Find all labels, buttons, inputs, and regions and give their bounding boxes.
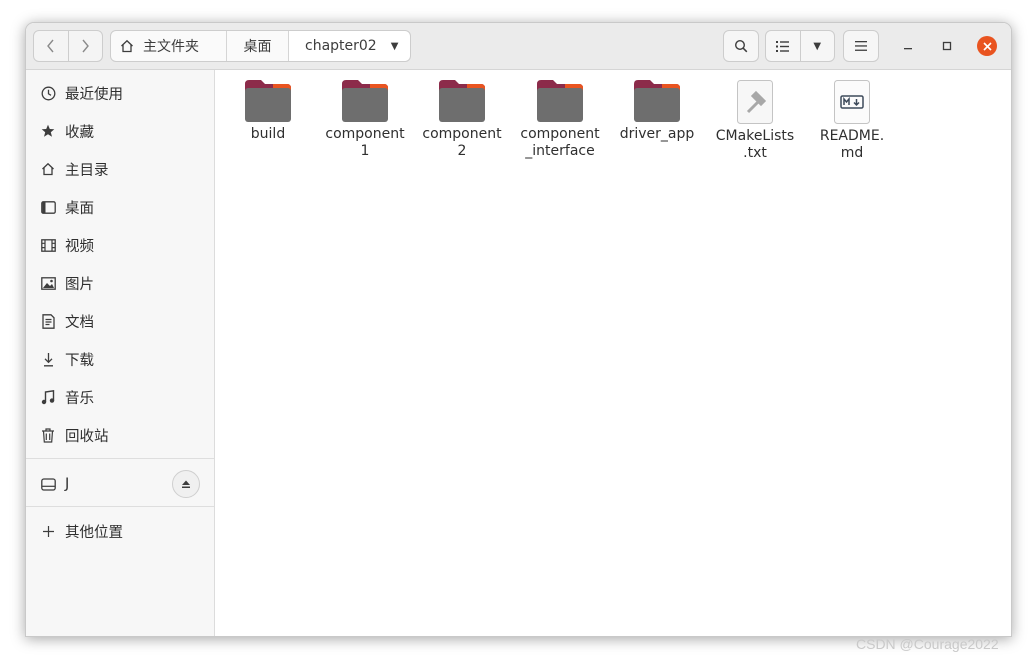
file-name: build (250, 126, 286, 142)
maximize-icon (942, 41, 952, 51)
close-icon (982, 41, 992, 51)
sidebar-item-pictures[interactable]: 图片 (26, 264, 214, 302)
search-button[interactable] (723, 30, 759, 62)
file-grid: build component 1 component 2 component … (215, 70, 1011, 636)
sidebar-divider (26, 458, 214, 459)
star-icon (40, 123, 56, 139)
folder-icon (342, 80, 388, 122)
chevron-down-icon: ▼ (390, 40, 399, 52)
sidebar-item-label: 图片 (65, 276, 94, 293)
eject-icon (182, 480, 190, 488)
minimize-button[interactable] (898, 36, 918, 56)
sidebar-item-label: 文档 (65, 314, 94, 331)
chevron-left-icon (46, 39, 54, 53)
file-name: component 2 (422, 126, 502, 159)
sidebar-item-label: 音乐 (65, 390, 94, 407)
sidebar-item-music[interactable]: 音乐 (26, 378, 214, 416)
sidebar-item-label: 最近使用 (65, 86, 123, 103)
file-item-component1[interactable]: component 1 (317, 80, 413, 160)
sidebar-item-downloads[interactable]: 下载 (26, 340, 214, 378)
sidebar-item-videos[interactable]: 视频 (26, 226, 214, 264)
breadcrumb-current[interactable]: chapter02 ▼ (289, 31, 410, 61)
sidebar-item-label: 下载 (65, 352, 94, 369)
file-name: driver_app (619, 126, 695, 142)
file-item-cmakelists[interactable]: CMakeLists .txt (707, 80, 803, 162)
view-options-button[interactable]: ▼ (799, 31, 835, 61)
path-bar: 主文件夹 桌面 chapter02 ▼ (110, 30, 411, 62)
search-icon (734, 39, 748, 53)
breadcrumb-label: chapter02 (305, 38, 377, 54)
sidebar-item-other-locations[interactable]: 其他位置 (26, 512, 214, 550)
breadcrumb-desktop[interactable]: 桌面 (227, 31, 289, 61)
home-icon (121, 39, 133, 53)
file-name: CMakeLists .txt (715, 128, 795, 161)
sidebar-item-starred[interactable]: 收藏 (26, 112, 214, 150)
minimize-icon (904, 48, 912, 50)
list-view-icon (776, 40, 790, 52)
sidebar-item-desktop[interactable]: 桌面 (26, 188, 214, 226)
breadcrumb-label: 桌面 (243, 39, 272, 55)
drive-icon (40, 476, 56, 492)
document-icon (40, 313, 56, 329)
view-toggle-group: ▼ (765, 30, 835, 62)
sidebar-item-label: 视频 (65, 238, 94, 255)
sidebar-item-trash[interactable]: 回收站 (26, 416, 214, 454)
file-item-readme[interactable]: README. md (804, 80, 900, 162)
sidebar-item-documents[interactable]: 文档 (26, 302, 214, 340)
file-item-component2[interactable]: component 2 (414, 80, 510, 160)
file-item-build[interactable]: build (220, 80, 316, 143)
maximize-button[interactable] (937, 36, 957, 56)
sidebar-item-recent[interactable]: 最近使用 (26, 74, 214, 112)
forward-button[interactable] (67, 31, 103, 61)
plus-icon (40, 523, 56, 539)
watermark: CSDN @Courage2022 (856, 636, 999, 652)
video-icon (40, 237, 56, 253)
folder-icon (245, 80, 291, 122)
sidebar-item-label: J (65, 476, 70, 492)
breadcrumb-home[interactable]: 主文件夹 (111, 31, 227, 61)
file-name: component 1 (325, 126, 405, 159)
file-item-component-interface[interactable]: component _interface (512, 80, 608, 160)
navigation-buttons (33, 30, 103, 62)
file-manager-window: 主文件夹 桌面 chapter02 ▼ ▼ 最近使用 收藏 主目录 桌面 视频 … (25, 22, 1012, 637)
music-icon (40, 389, 56, 405)
sidebar-item-label: 桌面 (65, 200, 94, 217)
chevron-right-icon (82, 39, 90, 53)
file-name: README. md (819, 128, 885, 161)
list-view-button[interactable] (766, 31, 800, 61)
download-icon (40, 351, 56, 367)
hamburger-menu-icon (855, 41, 867, 51)
chevron-down-icon: ▼ (813, 40, 822, 52)
file-item-driver-app[interactable]: driver_app (609, 80, 705, 143)
header-bar: 主文件夹 桌面 chapter02 ▼ ▼ (26, 23, 1011, 70)
sidebar-item-label: 其他位置 (65, 524, 123, 541)
file-name: component _interface (520, 126, 600, 159)
desktop-icon (40, 199, 56, 215)
back-button[interactable] (34, 31, 68, 61)
sidebar-item-label: 收藏 (65, 124, 94, 141)
folder-icon (439, 80, 485, 122)
home-icon (40, 161, 56, 177)
main-menu-button[interactable] (843, 30, 879, 62)
breadcrumb-label: 主文件夹 (143, 39, 199, 55)
markdown-icon (834, 80, 870, 124)
sidebar-item-home[interactable]: 主目录 (26, 150, 214, 188)
folder-icon (537, 80, 583, 122)
build-script-icon (737, 80, 773, 124)
sidebar-item-label: 回收站 (65, 428, 109, 445)
sidebar-divider (26, 506, 214, 507)
folder-icon (634, 80, 680, 122)
trash-icon (40, 427, 56, 443)
picture-icon (40, 275, 56, 291)
sidebar: 最近使用 收藏 主目录 桌面 视频 图片 文档 下载 音乐 回收站 J 其他位置 (26, 70, 215, 636)
clock-icon (40, 85, 56, 101)
sidebar-item-label: 主目录 (65, 162, 109, 179)
close-button[interactable] (977, 36, 997, 56)
eject-button[interactable] (172, 470, 200, 498)
